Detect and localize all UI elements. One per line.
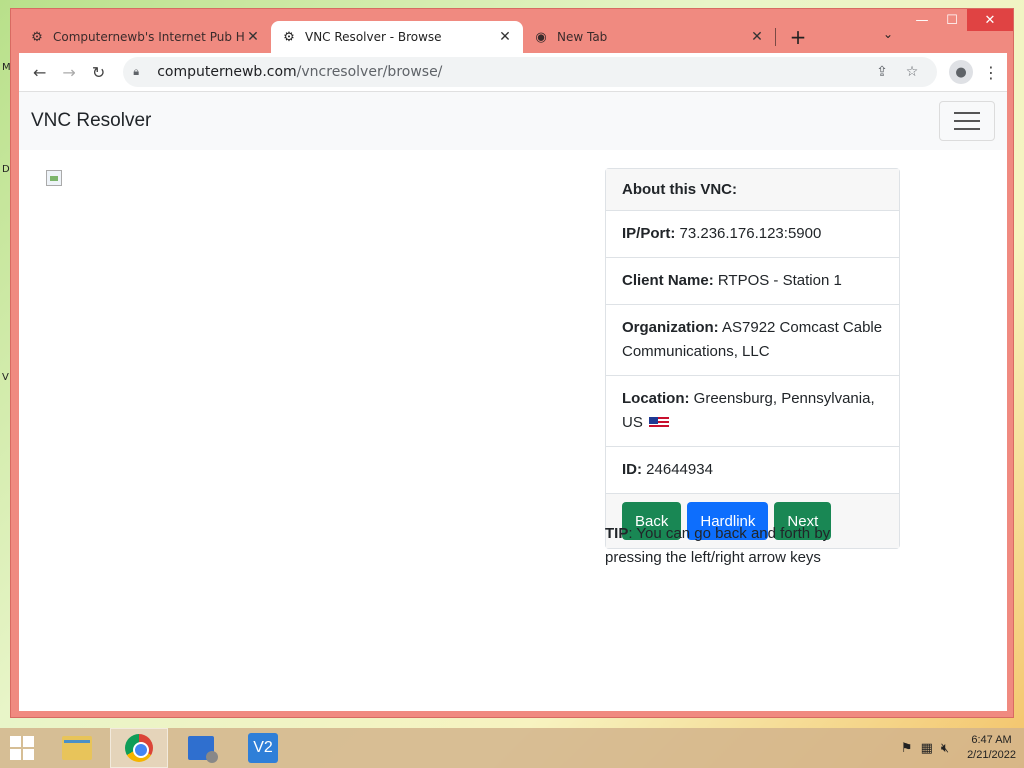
url-text: computernewb.com/vncresolver/browse/ [157,64,867,80]
taskbar-vnc-viewer[interactable]: V2 [234,728,292,768]
share-icon[interactable]: ⇪ [867,64,897,80]
tab-vnc-resolver[interactable]: ⚙ VNC Resolver - Browse ✕ [271,21,523,53]
site-brand[interactable]: VNC Resolver [31,110,151,132]
location-label: Location: [622,390,690,407]
action-center-flag-icon[interactable]: ⚑ [901,741,913,756]
tip-text: TIP: You can go back and forth by pressi… [605,522,885,570]
close-window-button[interactable]: ✕ [967,9,1013,31]
ip-port-item: IP/Port: 73.236.176.123:5900 [606,211,899,258]
us-flag-icon [649,417,670,430]
forward-arrow-icon[interactable]: → [54,58,83,86]
id-value: 24644934 [642,461,713,478]
back-arrow-icon[interactable]: ← [25,58,54,86]
ip-port-label: IP/Port: [622,225,676,242]
page-viewport: VNC Resolver About this VNC: IP/Port: 73… [19,91,1007,711]
tab-title: Computernewb's Internet Pub H [53,30,245,44]
organization-label: Organization: [622,319,719,336]
tab-title: VNC Resolver - Browse [305,30,442,44]
address-bar[interactable]: 🔒︎ computernewb.com/vncresolver/browse/ … [123,57,938,87]
taskbar-file-explorer[interactable] [48,728,106,768]
windows-logo-icon [10,736,34,760]
browser-window: — ☐ ✕ ⚙ Computernewb's Internet Pub H ✕ … [10,8,1014,718]
lock-icon: 🔒︎ [133,65,140,78]
tab-internet-pub[interactable]: ⚙ Computernewb's Internet Pub H ✕ [19,21,271,53]
tab-close-icon[interactable]: ✕ [497,29,513,45]
computernewb-favicon-icon: ⚙ [283,29,295,45]
id-label: ID: [622,461,642,478]
tab-close-icon[interactable]: ✕ [245,29,261,45]
taskbar-chrome[interactable] [110,728,168,768]
clock-date: 2/21/2022 [967,749,1016,761]
browser-toolbar: ← → ↻ 🔒︎ computernewb.com/vncresolver/br… [19,53,1007,91]
new-tab-button[interactable]: + [784,23,812,51]
chrome-favicon-icon: ◉ [535,29,547,45]
card-header: About this VNC: [606,169,899,211]
clock-time: 6:47 AM [971,734,1012,746]
network-computer-icon [188,736,218,763]
url-host: computernewb.com [157,64,297,80]
id-item: ID: 24644934 [606,447,899,494]
window-controls: — ☐ ✕ [907,9,1013,33]
tab-title: New Tab [557,30,608,44]
tip-label: TIP [605,525,629,542]
volume-muted-icon[interactable]: 🔇︎ [941,741,949,756]
url-path: /vncresolver/browse/ [296,64,443,80]
tab-close-icon[interactable]: ✕ [749,29,765,45]
reload-icon[interactable]: ↻ [84,58,113,86]
chrome-icon [125,734,153,762]
taskbar: V2 ⚑ ▦ 🔇︎ 6:47 AM 2/21/2022 [0,728,1024,768]
bookmark-star-icon[interactable]: ☆ [897,64,927,80]
tab-separator [775,28,776,46]
tab-strip: ⚙ Computernewb's Internet Pub H ✕ ⚙ VNC … [19,19,913,53]
client-name-label: Client Name: [622,272,714,289]
desktop-icon-label: D [2,164,10,175]
vnc-viewer-icon: V2 [248,733,278,763]
site-navbar: VNC Resolver [19,92,1007,150]
vnc-info-card: About this VNC: IP/Port: 73.236.176.123:… [605,168,900,549]
tab-search-chevron-down-icon[interactable]: ⌄ [883,27,893,41]
tip-body: : You can go back and forth by pressing … [605,525,831,566]
computernewb-favicon-icon: ⚙ [31,29,43,45]
menu-kebab-icon[interactable]: ⋮ [981,63,1001,82]
client-name-value: RTPOS - Station 1 [713,272,842,289]
clock[interactable]: 6:47 AM 2/21/2022 [967,733,1016,763]
client-name-item: Client Name: RTPOS - Station 1 [606,258,899,305]
desktop-icon-label: V [2,372,9,383]
location-item: Location: Greensburg, Pennsylvania, US [606,376,899,447]
profile-avatar-icon[interactable]: ● [949,60,974,84]
taskbar-network-app[interactable] [172,728,230,768]
maximize-button[interactable]: ☐ [937,9,967,31]
folder-icon [62,736,92,760]
vnc-screenshot-broken-image-icon [46,170,62,186]
ip-port-value: 73.236.176.123:5900 [675,225,822,242]
start-button[interactable] [0,728,44,768]
system-tray: ⚑ ▦ 🔇︎ 6:47 AM 2/21/2022 [901,733,1024,763]
organization-item: Organization: AS7922 Comcast Cable Commu… [606,305,899,376]
network-icon[interactable]: ▦ [921,741,933,756]
hamburger-menu-icon[interactable] [939,101,995,141]
tab-new-tab[interactable]: ◉ New Tab ✕ [523,21,775,53]
